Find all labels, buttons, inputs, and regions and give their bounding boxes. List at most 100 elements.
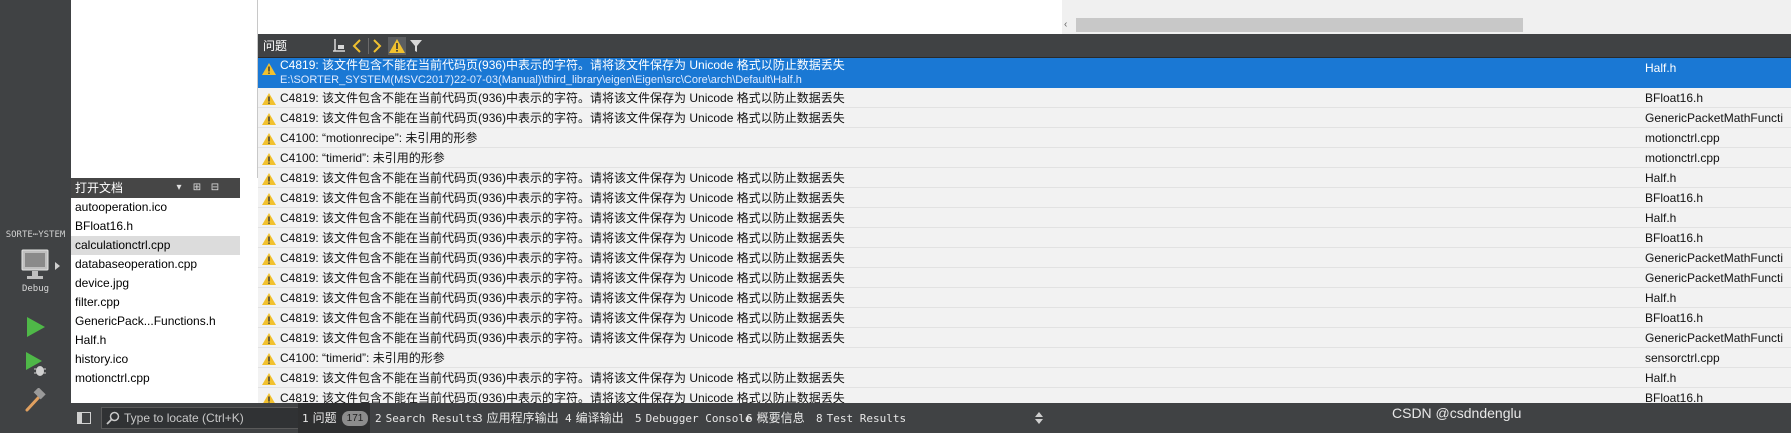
issue-message: C4819: 该文件包含不能在当前代码页(936)中表示的字符。请将该文件保存为… xyxy=(280,291,845,305)
filter-icon[interactable] xyxy=(408,37,426,55)
toggle-sidebar-icon[interactable] xyxy=(76,410,92,426)
dropdown-arrow-icon[interactable]: ▾ xyxy=(171,178,187,198)
hammer-icon[interactable] xyxy=(22,388,48,414)
doc-label: databaseoperation.cpp xyxy=(75,257,198,271)
warning-icon xyxy=(262,293,276,305)
issue-file: motionctrl.cpp xyxy=(1645,151,1720,165)
issue-row[interactable]: C4819: 该文件包含不能在当前代码页(936)中表示的字符。请将该文件保存为… xyxy=(258,108,1791,128)
issue-row[interactable]: C4819: 该文件包含不能在当前代码页(936)中表示的字符。请将该文件保存为… xyxy=(258,268,1791,288)
tab-label: Debugger Console xyxy=(645,412,752,425)
warning-icon xyxy=(262,213,276,225)
locator-input[interactable] xyxy=(124,409,324,427)
issue-row[interactable]: C4819: 该文件包含不能在当前代码页(936)中表示的字符。请将该文件保存为… xyxy=(258,328,1791,348)
list-item[interactable]: device.jpg xyxy=(71,274,257,293)
issue-path: E:\SORTER_SYSTEM(MSVC2017)22-07-03(Manua… xyxy=(280,74,802,86)
pane-splitter[interactable] xyxy=(240,178,258,403)
tab-label: Test Results xyxy=(826,412,907,425)
issue-row[interactable]: C4819: 该文件包含不能在当前代码页(936)中表示的字符。请将该文件保存为… xyxy=(258,188,1791,208)
list-item[interactable]: history.ico xyxy=(71,350,257,369)
issue-message: C4819: 该文件包含不能在当前代码页(936)中表示的字符。请将该文件保存为… xyxy=(280,391,845,403)
list-item[interactable]: filter.cpp xyxy=(71,293,257,312)
issue-row[interactable]: C4100: “timerid”: 未引用的形参 motionctrl.cpp xyxy=(258,148,1791,168)
issue-file: motionctrl.cpp xyxy=(1645,131,1720,145)
doc-label: Half.h xyxy=(75,333,107,347)
issue-row[interactable]: C4819: 该文件包含不能在当前代码页(936)中表示的字符。请将该文件保存为… xyxy=(258,388,1791,403)
issue-message: C4100: “motionrecipe”: 未引用的形参 xyxy=(280,131,478,145)
tab-number: 3 xyxy=(476,412,483,425)
issue-file: Half.h xyxy=(1645,211,1677,225)
warning-icon xyxy=(262,63,276,75)
issue-file: BFloat16.h xyxy=(1645,191,1704,205)
list-item[interactable]: Half.h xyxy=(71,331,257,350)
warning-icon xyxy=(262,273,276,285)
open-documents-list: autooperation.ico BFloat16.h calculation… xyxy=(71,198,258,403)
qt-creator-window: SORTE⋯YSTEM Debug 打开文档 ▾ ⊞ ⊟ autooperati… xyxy=(0,0,1791,433)
doc-label: calculationctrl.cpp xyxy=(75,238,171,252)
tab-search-results[interactable]: 2 Search Results xyxy=(375,403,478,433)
warning-icon xyxy=(262,93,276,105)
tab-debugger-console[interactable]: 5 Debugger Console xyxy=(635,403,752,433)
warning-icon xyxy=(262,193,276,205)
issue-row[interactable]: C4819: 该文件包含不能在当前代码页(936)中表示的字符。请将该文件保存为… xyxy=(258,88,1791,108)
run-debug-icon[interactable] xyxy=(22,350,48,378)
monitor-icon[interactable] xyxy=(18,248,54,282)
list-item[interactable]: motionctrl.cpp xyxy=(71,369,257,388)
warning-icon xyxy=(262,173,276,185)
tab-label: 应用程序输出 xyxy=(486,411,559,425)
issue-message: C4819: 该文件包含不能在当前代码页(936)中表示的字符。请将该文件保存为… xyxy=(280,91,845,105)
tab-application-output[interactable]: 3 应用程序输出 xyxy=(476,403,559,433)
list-item[interactable]: GenericPack...Functions.h xyxy=(71,312,257,331)
issue-row[interactable]: C4819: 该文件包含不能在当前代码页(936)中表示的字符。请将该文件保存为… xyxy=(258,368,1791,388)
clean-icon[interactable] xyxy=(330,37,348,55)
issue-row-selected[interactable]: C4819: 该文件包含不能在当前代码页(936)中表示的字符。请将该文件保存为… xyxy=(258,58,1791,88)
tab-issues[interactable]: 1 问题 171 xyxy=(298,403,370,433)
issue-file: sensorctrl.cpp xyxy=(1645,351,1720,365)
warning-icon xyxy=(262,233,276,245)
issue-row[interactable]: C4100: “motionrecipe”: 未引用的形参 motionctrl.… xyxy=(258,128,1791,148)
doc-label: motionctrl.cpp xyxy=(75,371,150,385)
tab-test-results[interactable]: 8 Test Results xyxy=(816,403,906,433)
issue-row[interactable]: C4819: 该文件包含不能在当前代码页(936)中表示的字符。请将该文件保存为… xyxy=(258,168,1791,188)
scroll-left-icon[interactable]: ‹ xyxy=(1064,18,1074,32)
issue-row[interactable]: C4100: “timerid”: 未引用的形参 sensorctrl.cpp xyxy=(258,348,1791,368)
doc-label: filter.cpp xyxy=(75,295,120,309)
project-tree-area xyxy=(71,0,258,178)
close-pane-icon[interactable]: ⊟ xyxy=(207,178,223,198)
tab-number: 4 xyxy=(565,412,572,425)
issue-row[interactable]: C4819: 该文件包含不能在当前代码页(936)中表示的字符。请将该文件保存为… xyxy=(258,228,1791,248)
warning-filter-icon[interactable] xyxy=(388,37,406,55)
issue-row[interactable]: C4819: 该文件包含不能在当前代码页(936)中表示的字符。请将该文件保存为… xyxy=(258,208,1791,228)
up-down-arrows-icon[interactable] xyxy=(1034,410,1044,426)
issue-row[interactable]: C4819: 该文件包含不能在当前代码页(936)中表示的字符。请将该文件保存为… xyxy=(258,308,1791,328)
warning-icon xyxy=(262,113,276,125)
issue-message: C4100: “timerid”: 未引用的形参 xyxy=(280,351,445,365)
warning-icon xyxy=(262,133,276,145)
tab-general-messages[interactable]: 6 概要信息 xyxy=(746,403,805,433)
warning-icon xyxy=(263,393,275,403)
issue-message: C4819: 该文件包含不能在当前代码页(936)中表示的字符。请将该文件保存为… xyxy=(280,171,845,185)
mode-bar: SORTE⋯YSTEM Debug xyxy=(0,0,71,433)
warning-icon xyxy=(262,353,276,365)
tab-compile-output[interactable]: 4 编译输出 xyxy=(565,403,624,433)
project-selector-label[interactable]: SORTE⋯YSTEM xyxy=(0,230,71,244)
issue-message: C4819: 该文件包含不能在当前代码页(936)中表示的字符。请将该文件保存为… xyxy=(280,271,845,285)
list-item[interactable]: BFloat16.h xyxy=(71,217,257,236)
issues-title: 问题 xyxy=(263,39,288,53)
issue-message: C4100: “timerid”: 未引用的形参 xyxy=(280,151,445,165)
list-item[interactable]: autooperation.ico xyxy=(71,198,257,217)
previous-item-icon[interactable] xyxy=(348,37,366,55)
run-icon[interactable] xyxy=(22,314,48,340)
list-item-selected[interactable]: calculationctrl.cpp xyxy=(71,236,257,255)
warning-icon xyxy=(262,153,276,165)
list-item[interactable]: databaseoperation.cpp xyxy=(71,255,257,274)
split-icon[interactable]: ⊞ xyxy=(189,178,205,198)
scrollbar-thumb[interactable] xyxy=(1076,18,1523,32)
tab-number: 1 xyxy=(302,412,309,425)
status-bar: 1问题 171 2Search Results 3应用程序输出 4编译输出 5De… xyxy=(71,403,1791,433)
next-item-icon[interactable] xyxy=(368,37,386,55)
chevron-right-icon[interactable] xyxy=(55,262,60,270)
issue-row[interactable]: C4819: 该文件包含不能在当前代码页(936)中表示的字符。请将该文件保存为… xyxy=(258,288,1791,308)
issue-row[interactable]: C4819: 该文件包含不能在当前代码页(936)中表示的字符。请将该文件保存为… xyxy=(258,248,1791,268)
issue-message: C4819: 该文件包含不能在当前代码页(936)中表示的字符。请将该文件保存为… xyxy=(280,331,845,345)
locator[interactable] xyxy=(101,407,329,429)
